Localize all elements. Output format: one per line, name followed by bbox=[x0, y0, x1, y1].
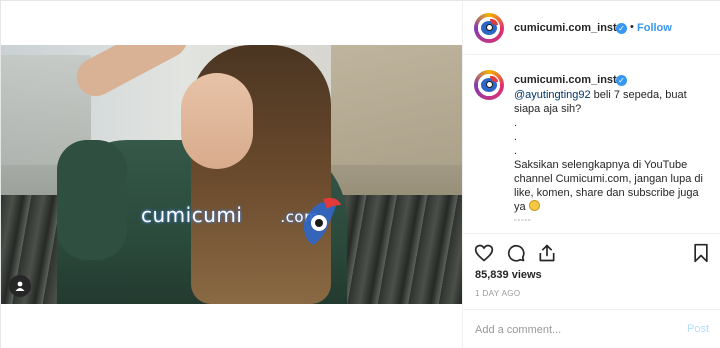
post-timestamp[interactable]: 1 DAY AGO bbox=[475, 289, 521, 298]
bookmark-icon[interactable] bbox=[691, 243, 711, 263]
caption-dot-line: . bbox=[514, 117, 518, 129]
verified-badge-icon: ✓ bbox=[616, 23, 627, 34]
comment-bar: Post bbox=[463, 309, 720, 348]
grinning-emoji-icon bbox=[528, 200, 540, 211]
video-user-tag-icon[interactable] bbox=[9, 275, 31, 297]
caption-dot-line: . bbox=[514, 131, 518, 143]
share-icon[interactable] bbox=[537, 243, 557, 263]
instagram-post: cumicumi .com cumicumi.com_insta ✓ • Foll… bbox=[0, 0, 720, 348]
video-player[interactable]: cumicumi .com bbox=[1, 45, 462, 304]
caption-trailing: ▫▫▫▫▫ bbox=[514, 217, 532, 224]
video-frame-person-sleeve bbox=[57, 140, 127, 260]
video-frame-building-right bbox=[331, 45, 462, 215]
heart-icon[interactable] bbox=[474, 243, 494, 263]
caption-avatar[interactable] bbox=[474, 70, 504, 100]
caption-section: cumicumi.com_insta ✓ @ayutingting92 beli… bbox=[463, 56, 720, 232]
follow-button[interactable]: Follow bbox=[637, 22, 672, 34]
caption-body: Saksikan selengkapnya di YouTube channel… bbox=[514, 158, 710, 214]
header-separator: • bbox=[630, 21, 634, 33]
caption-verified-badge-icon: ✓ bbox=[616, 75, 627, 86]
video-frame-person-face bbox=[181, 73, 253, 169]
watermark-text: cumicumi bbox=[141, 203, 243, 227]
post-header: cumicumi.com_insta ✓ • Follow bbox=[463, 1, 720, 55]
avatar[interactable] bbox=[474, 13, 504, 43]
media-panel: cumicumi .com bbox=[1, 1, 462, 348]
caption-mention-link[interactable]: @ayutingting92 bbox=[514, 89, 591, 101]
watermark-squid-logo-icon bbox=[303, 197, 341, 245]
caption-username[interactable]: cumicumi.com_insta bbox=[514, 74, 623, 86]
post-side-panel: cumicumi.com_insta ✓ • Follow cumicumi.c… bbox=[462, 1, 720, 348]
caption-first-line: @ayutingting92 beli 7 sepeda, buat siapa… bbox=[514, 88, 710, 116]
caption-text: @ayutingting92 beli 7 sepeda, buat siapa… bbox=[514, 88, 710, 228]
comment-icon[interactable] bbox=[506, 243, 526, 263]
comment-input[interactable] bbox=[475, 322, 675, 338]
view-count[interactable]: 85,839 views bbox=[475, 269, 542, 281]
header-username[interactable]: cumicumi.com_insta bbox=[514, 22, 623, 34]
action-bar bbox=[463, 233, 720, 271]
caption-dot-line: . bbox=[514, 145, 518, 157]
caption-body-text: Saksikan selengkapnya di YouTube channel… bbox=[514, 159, 703, 213]
post-comment-button[interactable]: Post bbox=[687, 323, 709, 335]
